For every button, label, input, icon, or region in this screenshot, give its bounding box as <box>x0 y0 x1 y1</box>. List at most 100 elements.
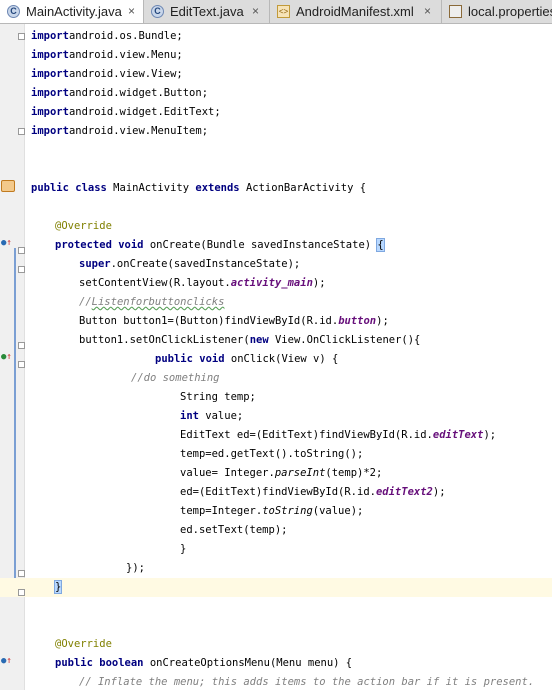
code-line[interactable] <box>0 597 552 616</box>
fold-toggle-icon[interactable] <box>18 266 25 273</box>
fold-toggle-icon[interactable] <box>18 361 25 368</box>
code-token: .onCreate(savedInstanceState); <box>110 258 301 270</box>
code-token: int <box>180 410 199 422</box>
code-token: @Override <box>55 638 112 650</box>
code-token: onCreateOptionsMenu(Menu menu) { <box>143 657 353 669</box>
code-token: setContentView(R.layout. <box>79 277 231 289</box>
code-line[interactable] <box>0 160 552 179</box>
code-text: }); <box>126 559 145 578</box>
code-text: ed.setText(temp); <box>180 521 287 540</box>
code-token: onCreate(Bundle savedInstanceState) <box>143 239 378 251</box>
code-line[interactable]: // Inflate the menu; this adds items to … <box>0 673 552 692</box>
code-text: importandroid.view.View; <box>31 65 183 84</box>
code-line[interactable]: int value; <box>0 407 552 426</box>
editor-tab-bar: C MainActivity.java × C EditText.java × … <box>0 0 552 24</box>
code-line[interactable]: @Override <box>0 217 552 236</box>
code-token: String temp; <box>180 391 256 403</box>
close-tab-icon[interactable]: × <box>424 0 431 23</box>
code-line[interactable]: public class MainActivity extends Action… <box>0 179 552 198</box>
code-token: MainActivity <box>106 182 196 194</box>
tab-local-properties[interactable]: local.properties <box>442 0 552 23</box>
code-token: import <box>31 125 69 137</box>
code-token: } <box>180 543 187 555</box>
code-token: EditText ed=(EditText)findViewById(R.id. <box>180 429 433 441</box>
code-line[interactable]: importandroid.widget.Button; <box>0 84 552 103</box>
properties-file-icon <box>449 5 462 18</box>
code-line[interactable] <box>0 616 552 635</box>
code-token: //do something <box>131 372 220 384</box>
code-line[interactable]: public void onClick(View v) { <box>0 350 552 369</box>
implement-marker-icon[interactable]: ●↑ <box>1 352 12 362</box>
code-line[interactable]: String temp; <box>0 388 552 407</box>
tab-edittext[interactable]: C EditText.java × <box>144 0 270 23</box>
code-token: android.view.View; <box>68 68 183 80</box>
code-line[interactable]: setContentView(R.layout.activity_main); <box>0 274 552 293</box>
class-marker-icon[interactable] <box>1 180 15 192</box>
code-editor[interactable]: importandroid.os.Bundle; importandroid.vi… <box>0 24 552 690</box>
code-token: View.OnClickListener(){ <box>268 334 421 346</box>
code-token: android.os.Bundle; <box>68 30 183 42</box>
code-text: //Listenforbuttonclicks <box>79 293 224 312</box>
code-line[interactable] <box>0 141 552 160</box>
code-line[interactable]: public boolean onCreateOptionsMenu(Menu … <box>0 654 552 673</box>
code-token: { <box>376 238 385 252</box>
close-tab-icon[interactable]: × <box>128 0 135 23</box>
code-token: android.widget.EditText; <box>68 106 221 118</box>
fold-toggle-icon[interactable] <box>18 342 25 349</box>
tab-label: local.properties <box>468 4 552 19</box>
code-text: button1.setOnClickListener(new View.OnCl… <box>79 331 420 350</box>
code-token: activity_main <box>230 277 313 289</box>
override-marker-icon[interactable]: ●↑ <box>1 238 12 248</box>
code-text: importandroid.view.MenuItem; <box>31 122 208 141</box>
code-line[interactable]: Button button1=(Button)findViewById(R.id… <box>0 312 552 331</box>
code-line[interactable]: super.onCreate(savedInstanceState); <box>0 255 552 274</box>
code-text: value= Integer.parseInt(temp)*2; <box>180 464 382 483</box>
code-line[interactable]: //Listenforbuttonclicks <box>0 293 552 312</box>
code-line[interactable]: button1.setOnClickListener(new View.OnCl… <box>0 331 552 350</box>
code-line[interactable]: importandroid.view.Menu; <box>0 46 552 65</box>
code-token: ed=(EditText)findViewById(R.id. <box>180 486 376 498</box>
code-token: android.view.Menu; <box>68 49 183 61</box>
code-line[interactable]: EditText ed=(EditText)findViewById(R.id.… <box>0 426 552 445</box>
code-token: protected void <box>55 239 144 251</box>
code-line[interactable]: ed.setText(temp); <box>0 521 552 540</box>
fold-toggle-icon[interactable] <box>18 128 25 135</box>
code-token: editText <box>432 429 484 441</box>
tab-android-manifest[interactable]: <> AndroidManifest.xml × <box>270 0 442 23</box>
code-line[interactable]: @Override <box>0 635 552 654</box>
code-line[interactable]: importandroid.widget.EditText; <box>0 103 552 122</box>
fold-toggle-icon[interactable] <box>18 570 25 577</box>
tab-main-activity[interactable]: C MainActivity.java × <box>0 0 144 23</box>
code-text: setContentView(R.layout.activity_main); <box>79 274 326 293</box>
code-token: toString <box>262 505 313 517</box>
code-line[interactable]: importandroid.view.MenuItem; <box>0 122 552 141</box>
code-token: ); <box>432 486 446 498</box>
code-line[interactable]: } <box>0 540 552 559</box>
fold-toggle-icon[interactable] <box>18 33 25 40</box>
code-token: import <box>31 106 69 118</box>
code-line[interactable]: importandroid.os.Bundle; <box>0 27 552 46</box>
override-marker-icon[interactable]: ●↑ <box>1 656 12 666</box>
code-token: temp=Integer. <box>180 505 263 517</box>
code-token: editText2 <box>375 486 433 498</box>
code-text: Button button1=(Button)findViewById(R.id… <box>79 312 389 331</box>
code-line[interactable]: importandroid.view.View; <box>0 65 552 84</box>
code-line[interactable]: temp=ed.getText().toString(); <box>0 445 552 464</box>
code-line[interactable]: //do something <box>0 369 552 388</box>
code-line[interactable] <box>0 198 552 217</box>
code-line[interactable]: ed=(EditText)findViewById(R.id.editText2… <box>0 483 552 502</box>
fold-toggle-icon[interactable] <box>18 247 25 254</box>
fold-toggle-icon[interactable] <box>18 589 25 596</box>
code-token: public void <box>155 353 225 365</box>
code-line[interactable]: value= Integer.parseInt(temp)*2; <box>0 464 552 483</box>
code-line[interactable]: protected void onCreate(Bundle savedInst… <box>0 236 552 255</box>
code-text: int value; <box>180 407 243 426</box>
code-line[interactable]: } <box>0 578 552 597</box>
code-line[interactable]: }); <box>0 559 552 578</box>
code-line[interactable]: temp=Integer.toString(value); <box>0 502 552 521</box>
close-tab-icon[interactable]: × <box>252 0 259 23</box>
code-token: Listenforbuttonclicks <box>91 296 225 308</box>
code-text: ed=(EditText)findViewById(R.id.editText2… <box>180 483 446 502</box>
code-token: super <box>79 258 111 270</box>
code-token: onClick(View v) { <box>224 353 339 365</box>
